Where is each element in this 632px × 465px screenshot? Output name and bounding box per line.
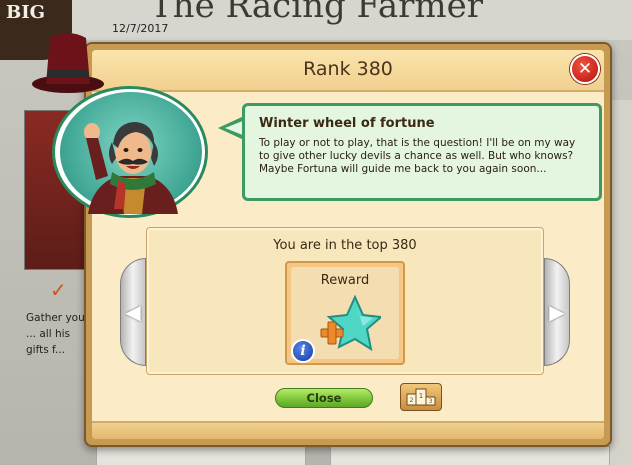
speech-bubble: Winter wheel of fortune To play or not t… <box>242 103 602 201</box>
dialog-footer <box>92 421 604 439</box>
svg-text:2: 2 <box>410 397 414 404</box>
arrow-right-icon: ▶ <box>549 300 565 324</box>
arrow-left-icon: ◀ <box>125 300 141 324</box>
dialog-header: Rank 380 <box>92 50 604 92</box>
reward-panel: You are in the top 380 Reward i <box>146 227 544 375</box>
checkmark-icon: ✓ <box>50 278 67 302</box>
reward-label: Reward <box>320 273 370 288</box>
background-bottom-panel <box>96 446 306 465</box>
dialog-title: Rank 380 <box>303 58 393 80</box>
character-portrait <box>60 92 202 214</box>
previous-arrow-button[interactable]: ◀ <box>120 258 146 366</box>
character-avatar-icon <box>84 122 178 214</box>
reward-card-inner: Reward i <box>291 267 399 363</box>
ranking-podium-button[interactable]: 1 2 3 <box>400 383 442 411</box>
top-hat-icon <box>32 33 104 93</box>
svg-text:1: 1 <box>419 392 423 400</box>
star-plus-icon <box>320 295 381 352</box>
next-arrow-button[interactable]: ▶ <box>544 258 570 366</box>
background-bottom-panel-right <box>330 446 610 465</box>
bubble-title: Winter wheel of fortune <box>259 116 435 131</box>
close-button[interactable]: Close <box>275 388 373 408</box>
reward-card[interactable]: Reward i <box>285 261 405 365</box>
background-date: 12/7/2017 <box>112 22 169 35</box>
close-x-icon[interactable]: ✕ <box>570 54 600 84</box>
svg-text:3: 3 <box>429 398 433 405</box>
rank-text: You are in the top 380 <box>273 238 417 253</box>
podium-icon: 1 2 3 <box>406 388 436 406</box>
info-icon[interactable]: i <box>291 339 315 363</box>
bubble-text: To play or not to play, that is the ques… <box>259 137 576 175</box>
background-title: The Racing Farmer <box>150 0 483 26</box>
